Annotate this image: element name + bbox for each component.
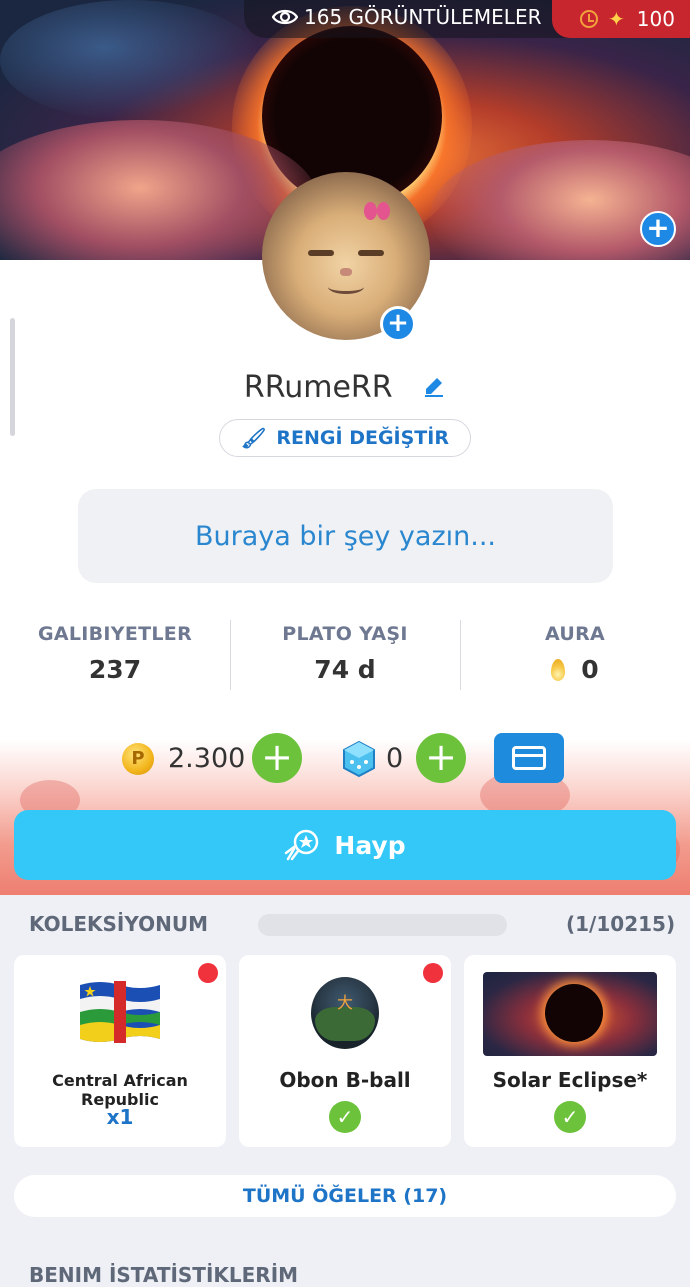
card-icon bbox=[512, 746, 546, 770]
new-badge bbox=[198, 963, 218, 983]
owned-check-icon: ✓ bbox=[329, 1101, 361, 1133]
item-quantity: x1 bbox=[106, 1105, 134, 1129]
wallet-button[interactable] bbox=[494, 733, 564, 783]
status-placeholder: Buraya bir şey yazın... bbox=[194, 520, 496, 552]
stat-wins: GALIBIYETLER 237 bbox=[0, 623, 230, 684]
collection-item[interactable]: Solar Eclipse* ✓ bbox=[464, 955, 676, 1147]
stat-aura: AURA 0 bbox=[460, 623, 690, 684]
buy-coins-button[interactable]: + bbox=[252, 733, 302, 783]
hype-button[interactable]: Hayp bbox=[14, 810, 676, 880]
collection-progress-bar bbox=[258, 914, 507, 936]
dice-icon bbox=[343, 740, 375, 778]
clock-icon bbox=[580, 10, 598, 28]
stat-plato-age: PLATO YAŞI 74 d bbox=[230, 623, 460, 684]
solar-eclipse-thumbnail bbox=[483, 972, 657, 1056]
cat-eye bbox=[358, 250, 384, 256]
eye-icon bbox=[272, 9, 298, 25]
all-items-button[interactable]: TÜMÜ ÖĞELER (17) bbox=[14, 1175, 676, 1217]
item-name: Solar Eclipse* bbox=[492, 1068, 648, 1092]
edit-banner-button[interactable]: + bbox=[640, 211, 676, 247]
rocket-star-icon bbox=[285, 829, 319, 861]
coin-balance: 2.300 bbox=[168, 743, 246, 774]
views-label: GÖRÜNTÜLEMELER bbox=[348, 5, 542, 29]
energy-value: 100 bbox=[636, 7, 675, 31]
collection-item[interactable]: Central African Republic x1 bbox=[14, 955, 226, 1147]
energy-pill[interactable]: ✦ 100 bbox=[552, 0, 690, 38]
bow-decoration bbox=[364, 202, 390, 220]
stat-value-row: 0 bbox=[460, 655, 690, 684]
stat-value: 74 d bbox=[314, 655, 376, 684]
banner-cloud bbox=[0, 0, 260, 120]
paintbrush-icon: 🖌 bbox=[241, 426, 267, 450]
collection-title: KOLEKSİYONUM bbox=[29, 912, 209, 936]
coin-icon: P bbox=[122, 743, 154, 775]
change-color-label: RENGİ DEĞİŞTİR bbox=[276, 427, 449, 449]
collection-item[interactable]: 大 Obon B-ball ✓ bbox=[239, 955, 451, 1147]
my-stats-title: BENIM İSTATİSTİKLERİM bbox=[29, 1263, 299, 1287]
username: RRumeRR bbox=[0, 370, 690, 406]
new-badge bbox=[423, 963, 443, 983]
central-african-republic-flag-icon bbox=[80, 981, 160, 1043]
owned-check-icon: ✓ bbox=[554, 1101, 586, 1133]
status-input[interactable]: Buraya bir şey yazın... bbox=[78, 489, 613, 583]
stat-value: 0 bbox=[581, 655, 599, 684]
dice-balance: 0 bbox=[386, 743, 404, 774]
currency-row: P 2.300 + 0 + bbox=[0, 733, 690, 785]
stat-label: AURA bbox=[544, 623, 606, 645]
sparkle-wand-icon: ✦ bbox=[608, 7, 625, 31]
flame-icon bbox=[551, 659, 566, 681]
profile-section: RRumeRR 🖌 RENGİ DEĞİŞTİR Buraya bir şey … bbox=[0, 260, 690, 895]
item-name: Obon B-ball bbox=[279, 1068, 411, 1092]
change-color-button[interactable]: 🖌 RENGİ DEĞİŞTİR bbox=[219, 419, 471, 457]
buy-dice-button[interactable]: + bbox=[416, 733, 466, 783]
username-text: RRumeRR bbox=[243, 370, 393, 405]
edit-avatar-button[interactable]: + bbox=[380, 306, 416, 342]
cat-mouth bbox=[328, 280, 364, 294]
edit-pencil-icon[interactable] bbox=[422, 371, 446, 406]
item-name: Central African Republic bbox=[52, 1071, 188, 1109]
views-count: 165 bbox=[304, 5, 343, 29]
views-counter: 165 GÖRÜNTÜLEMELER bbox=[272, 4, 542, 30]
stat-label: PLATO YAŞI bbox=[282, 623, 408, 645]
stat-value: 237 bbox=[88, 655, 142, 684]
cat-nose bbox=[340, 268, 352, 276]
cat-eye bbox=[308, 250, 334, 256]
stat-label: GALIBIYETLER bbox=[37, 623, 193, 645]
hype-label: Hayp bbox=[334, 830, 406, 860]
collection-count: (1/10215) bbox=[566, 912, 676, 936]
obon-ball-icon: 大 bbox=[311, 977, 379, 1049]
